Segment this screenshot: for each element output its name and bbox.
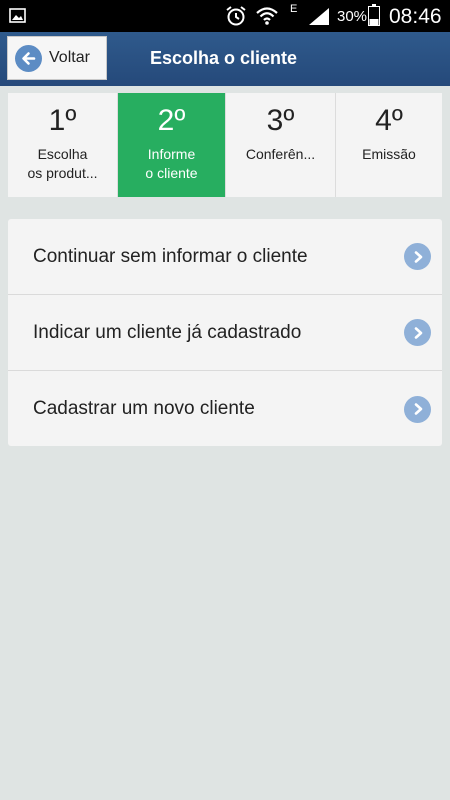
chevron-right-icon — [404, 243, 431, 270]
chevron-right-icon — [404, 319, 431, 346]
step-4[interactable]: 4º Emissão — [336, 93, 442, 197]
battery-percent: 30% — [337, 8, 368, 25]
arrow-left-icon — [15, 44, 42, 72]
option-label: Continuar sem informar o cliente — [33, 245, 308, 267]
step-label: Escolha os produt... — [27, 146, 98, 181]
option-register-new-client[interactable]: Cadastrar um novo cliente — [8, 371, 442, 447]
step-1[interactable]: 1º Escolha os produt... — [8, 93, 118, 197]
step-progress: 1º Escolha os produt... 2º Informe o cli… — [8, 93, 442, 197]
step-3[interactable]: 3º Conferên... — [226, 93, 336, 197]
signal-icon — [309, 8, 329, 25]
wifi-icon — [256, 7, 278, 25]
step-number: 2º — [157, 104, 186, 137]
status-bar: E 30% 08:46 — [0, 0, 450, 32]
step-number: 3º — [266, 104, 295, 137]
alarm-icon — [226, 6, 246, 26]
page-title: Escolha o cliente — [150, 48, 298, 68]
step-number: 1º — [48, 104, 77, 137]
option-select-existing-client[interactable]: Indicar um cliente já cadastrado — [8, 295, 442, 371]
step-label: Informe o cliente — [145, 146, 198, 181]
option-continue-without-client[interactable]: Continuar sem informar o cliente — [8, 219, 442, 295]
option-label: Indicar um cliente já cadastrado — [33, 321, 302, 343]
battery-icon — [368, 4, 380, 26]
chevron-right-icon — [404, 395, 431, 423]
step-number: 4º — [375, 104, 403, 137]
step-label: Conferên... — [245, 146, 316, 162]
step-2[interactable]: 2º Informe o cliente — [118, 93, 226, 197]
option-label: Cadastrar um novo cliente — [33, 398, 255, 419]
client-options-list: Continuar sem informar o cliente Indicar… — [8, 219, 442, 446]
network-type-label: E — [290, 3, 298, 15]
clock-time: 08:46 — [389, 5, 442, 28]
step-label: Emissão — [362, 146, 416, 162]
back-button[interactable]: Voltar — [7, 36, 107, 80]
back-button-label: Voltar — [49, 49, 90, 66]
gallery-icon — [9, 8, 26, 23]
